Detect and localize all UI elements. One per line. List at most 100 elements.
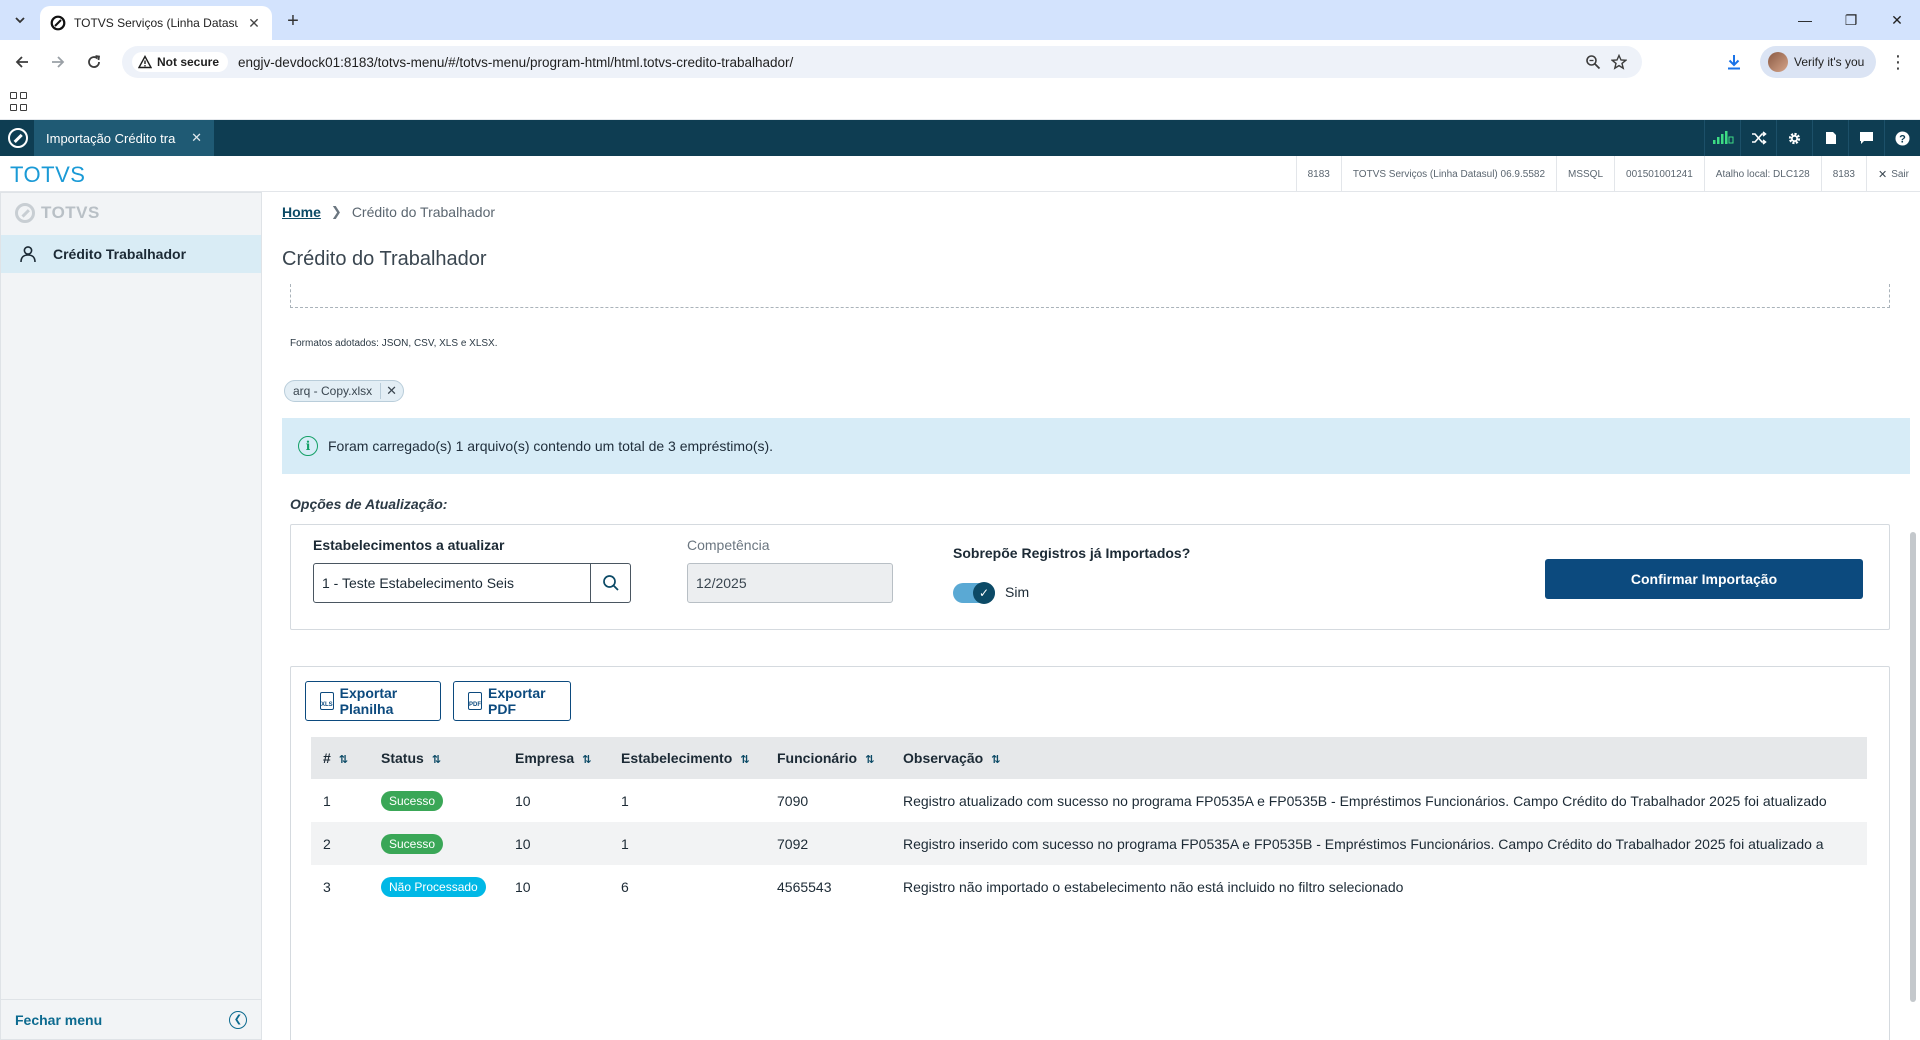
user-icon [20, 246, 36, 263]
column-header-status[interactable]: Status ⇅ [369, 737, 503, 779]
overwrite-switch[interactable]: ✓ [953, 582, 995, 604]
confirm-import-button[interactable]: Confirmar Importação [1545, 559, 1863, 599]
forward-icon[interactable] [46, 50, 70, 74]
help-icon[interactable]: ? [1884, 120, 1920, 156]
status-company: 001501001241 [1614, 156, 1704, 192]
search-icon[interactable] [590, 564, 630, 602]
options-title: Opções de Atualização: [290, 496, 448, 512]
row-estab: 6 [621, 878, 629, 895]
restore-icon[interactable]: ❐ [1828, 0, 1874, 40]
download-icon[interactable] [1722, 50, 1746, 74]
scrollbar-thumb[interactable] [1910, 532, 1916, 1002]
overwrite-label: Sobrepõe Registros já Importados? [953, 545, 1191, 561]
row-observacao: Registro atualizado com sucesso no progr… [903, 792, 1827, 809]
app-bar: Importação Crédito tra ✕ ? [0, 120, 1920, 156]
chevron-left-icon[interactable]: ❮ [229, 1010, 247, 1029]
table-row[interactable]: 2 Sucesso 10 1 7092 Registro inserido co… [311, 822, 1867, 865]
column-header-estabelecimento[interactable]: Estabelecimento ⇅ [609, 737, 765, 779]
competencia-label: Competência [687, 537, 770, 553]
profile-label: Verify it's you [1794, 55, 1865, 69]
estab-lookup[interactable]: 1 - Teste Estabelecimento Seis [313, 563, 631, 603]
signal-icon[interactable] [1704, 120, 1740, 156]
document-icon[interactable] [1812, 120, 1848, 156]
zoom-icon[interactable] [1580, 49, 1606, 75]
status-badge: Não Processado [381, 876, 486, 897]
info-text: Foram carregado(s) 1 arquivo(s) contendo… [328, 438, 774, 454]
browser-menu-icon[interactable]: ⋮ [1886, 50, 1910, 74]
status-db: MSSQL [1556, 156, 1614, 192]
address-bar[interactable]: Not secure engjv-devdock01:8183/totvs-me… [122, 46, 1642, 78]
breadcrumb-current: Crédito do Trabalhador [351, 204, 496, 220]
sort-icon[interactable]: ⇅ [991, 754, 1000, 766]
tab-search-chevron-icon[interactable] [8, 8, 32, 32]
status-shortcut: Atalho local: DLC128 [1703, 156, 1821, 192]
close-menu-button[interactable]: Fechar menu ❮ [1, 999, 261, 1039]
status-port-2: 8183 [1820, 156, 1866, 192]
sort-icon[interactable]: ⇅ [432, 754, 441, 766]
svg-text:?: ? [1899, 133, 1906, 145]
column-header-observacao[interactable]: Observação ⇅ [891, 737, 1867, 779]
page-scrollbar[interactable] [1908, 192, 1918, 1040]
app-tab[interactable]: Importação Crédito tra ✕ [34, 120, 214, 156]
row-empresa: 10 [515, 878, 531, 895]
row-observacao: Registro não importado o estabelecimento… [903, 878, 1404, 895]
row-number: 2 [311, 822, 369, 865]
browser-tab[interactable]: TOTVS Serviços (Linha Datasul) ✕ [40, 6, 272, 40]
app-tab-title: Importação Crédito tra [46, 130, 176, 146]
remove-file-icon[interactable]: ✕ [380, 383, 397, 399]
sort-icon[interactable]: ⇅ [865, 754, 874, 766]
breadcrumb-home-link[interactable]: Home [282, 204, 321, 220]
chat-icon[interactable] [1848, 120, 1884, 156]
row-empresa: 10 [503, 822, 609, 865]
sidebar-item-credito-trabalhador[interactable]: Crédito Trabalhador [1, 235, 261, 273]
sidebar: TOTVS Crédito Trabalhador Fechar menu ❮ [0, 192, 262, 1040]
back-icon[interactable] [10, 50, 34, 74]
tab-close-icon[interactable]: ✕ [246, 15, 262, 31]
url-text[interactable]: engjv-devdock01:8183/totvs-menu/#/totvs-… [238, 55, 1580, 70]
column-header-num[interactable]: # ⇅ [311, 737, 369, 779]
browser-tabstrip: TOTVS Serviços (Linha Datasul) ✕ + — ❐ ✕ [0, 0, 1920, 40]
sidebar-brand: TOTVS [15, 203, 100, 223]
close-menu-label: Fechar menu [15, 1011, 103, 1028]
sort-icon[interactable]: ⇅ [740, 754, 749, 766]
bookmark-star-icon[interactable] [1606, 49, 1632, 75]
totvs-favicon-icon [50, 15, 66, 31]
xls-file-icon: XLS [320, 692, 334, 710]
row-empresa: 10 [515, 792, 531, 809]
shuffle-icon[interactable] [1740, 120, 1776, 156]
table-row[interactable]: 1 Sucesso 10 1 7090 Registro atualizado … [311, 779, 1867, 822]
close-window-icon[interactable]: ✕ [1874, 0, 1920, 40]
row-estab: 1 [621, 792, 629, 809]
info-icon: i [298, 436, 318, 456]
export-sheet-button[interactable]: XLS Exportar Planilha [305, 681, 441, 721]
export-sheet-label: Exportar Planilha [339, 685, 398, 717]
sort-icon[interactable]: ⇅ [582, 754, 591, 766]
reload-icon[interactable] [82, 50, 106, 74]
upload-dropzone[interactable] [290, 284, 1890, 308]
logout-button[interactable]: ✕ Sair [1865, 156, 1920, 192]
estab-input[interactable]: 1 - Teste Estabelecimento Seis [314, 575, 590, 591]
security-chip[interactable]: Not secure [132, 52, 229, 72]
table-row[interactable]: 3 Não Processado 10 6 4565543 Registro n… [311, 865, 1867, 908]
column-header-funcionario[interactable]: Funcionário ⇅ [765, 737, 891, 779]
sort-icon[interactable]: ⇅ [339, 754, 348, 766]
bookmarks-bar [0, 84, 1920, 120]
totvs-logo-icon[interactable] [8, 128, 28, 148]
status-badge: Sucesso [381, 833, 444, 854]
new-tab-icon[interactable]: + [282, 10, 304, 32]
gear-icon[interactable] [1776, 120, 1812, 156]
minimize-icon[interactable]: — [1782, 0, 1828, 40]
apps-grid-icon[interactable] [10, 92, 30, 112]
status-bar: 8183 TOTVS Serviços (Linha Datasul) 06.9… [1295, 156, 1920, 192]
brand-bar: TOTVS 8183 TOTVS Serviços (Linha Datasul… [0, 156, 1920, 192]
row-number: 1 [323, 792, 331, 809]
main-content: Home ❯ Crédito do Trabalhador Crédito do… [262, 192, 1920, 1040]
export-pdf-button[interactable]: PDF Exportar PDF [453, 681, 571, 721]
app-tab-close-icon[interactable]: ✕ [191, 130, 202, 146]
column-header-empresa[interactable]: Empresa ⇅ [503, 737, 609, 779]
estab-label: Estabelecimentos a atualizar [313, 537, 505, 553]
profile-chip[interactable]: Verify it's you [1760, 46, 1876, 78]
brand-logo: TOTVS [10, 162, 86, 187]
browser-toolbar: Not secure engjv-devdock01:8183/totvs-me… [0, 40, 1920, 84]
close-icon: ✕ [1877, 168, 1888, 181]
